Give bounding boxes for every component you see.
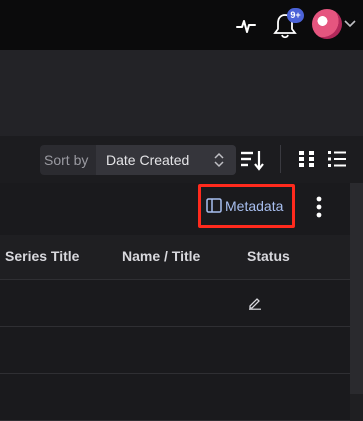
column-header-name-title[interactable]: Name / Title	[122, 248, 200, 264]
table-row[interactable]	[0, 280, 350, 327]
list-view-icon[interactable]	[327, 150, 347, 168]
pulse-icon[interactable]	[234, 14, 258, 38]
edit-icon[interactable]	[248, 295, 263, 310]
grid-view-icon[interactable]	[298, 150, 316, 168]
top-bar	[0, 0, 363, 50]
sort-value[interactable]: Date Created	[106, 152, 189, 168]
metadata-bar	[0, 183, 350, 236]
scrollbar-track[interactable]	[350, 183, 363, 394]
page-header-band	[0, 50, 363, 137]
more-options-icon[interactable]	[312, 194, 326, 220]
avatar[interactable]	[312, 9, 342, 39]
column-header-series-title[interactable]: Series Title	[5, 248, 79, 264]
toolbar-divider	[280, 145, 281, 173]
table-row[interactable]	[0, 374, 350, 421]
table-row[interactable]	[0, 327, 350, 374]
sort-label: Sort by	[44, 152, 89, 168]
sidebar-panel-icon[interactable]	[206, 198, 222, 213]
metadata-button-label[interactable]: Metadata	[225, 198, 283, 214]
column-header-status[interactable]: Status	[247, 248, 290, 264]
sort-direction-icon[interactable]	[239, 147, 265, 173]
chevron-updown-icon[interactable]	[212, 150, 226, 170]
chevron-down-icon[interactable]	[343, 18, 357, 30]
notification-badge[interactable]: 9+	[287, 8, 304, 23]
